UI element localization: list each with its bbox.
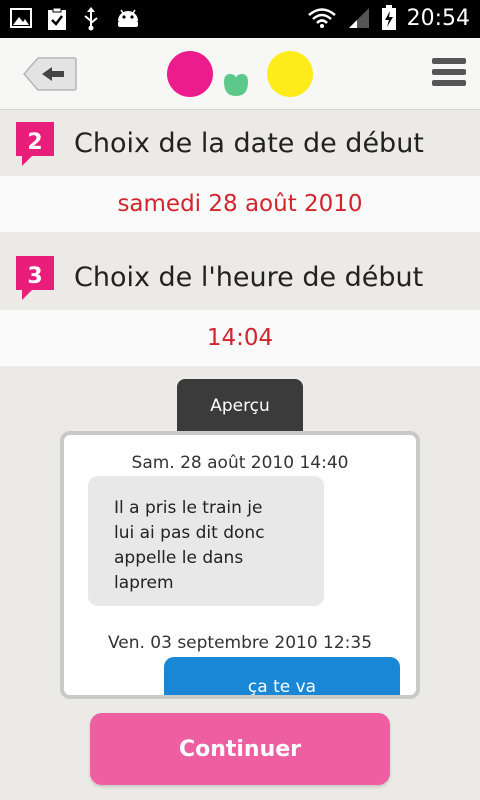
svg-text:3: 3 [27,264,42,289]
message-timestamp: Sam. 28 août 2010 14:40 [131,453,349,473]
step-3-badge: 3 [12,252,58,304]
continue-button[interactable]: Continuer [90,713,390,785]
hamburger-menu-icon [432,58,466,86]
step-time-title: Choix de l'heure de début [74,261,424,293]
preview-panel: Sam. 28 août 2010 14:40 Il a pris le tra… [60,431,420,699]
menu-button[interactable] [432,58,466,92]
android-icon [118,9,138,27]
incoming-message-bubble: Il a pris le train je lui ai pas dit don… [88,476,324,606]
signal-icon [348,8,369,28]
step-date-header: 2 Choix de la date de début [0,110,480,176]
time-value[interactable]: 14:04 [0,310,480,366]
back-arrow-icon [23,57,77,91]
wifi-icon [307,8,336,28]
svg-text:2: 2 [27,130,42,155]
clipboard-check-icon [48,7,66,30]
step-2-badge: 2 [12,118,58,170]
step-time-header: 3 Choix de l'heure de début [0,244,480,310]
status-bar: 20:54 [0,0,480,38]
status-time: 20:54 [406,5,470,31]
battery-charging-icon [381,5,396,30]
app-logo [164,48,316,102]
message-timestamp: Ven. 03 septembre 2010 12:35 [107,633,373,653]
date-value[interactable]: samedi 28 août 2010 [0,176,480,232]
usb-icon [84,7,98,31]
image-icon [10,8,32,28]
preview-tab: Aperçu [177,379,303,433]
app-header [0,38,480,110]
back-button[interactable] [22,56,78,92]
step-date-title: Choix de la date de début [74,127,424,159]
outgoing-message-bubble: ça te va [164,657,400,695]
